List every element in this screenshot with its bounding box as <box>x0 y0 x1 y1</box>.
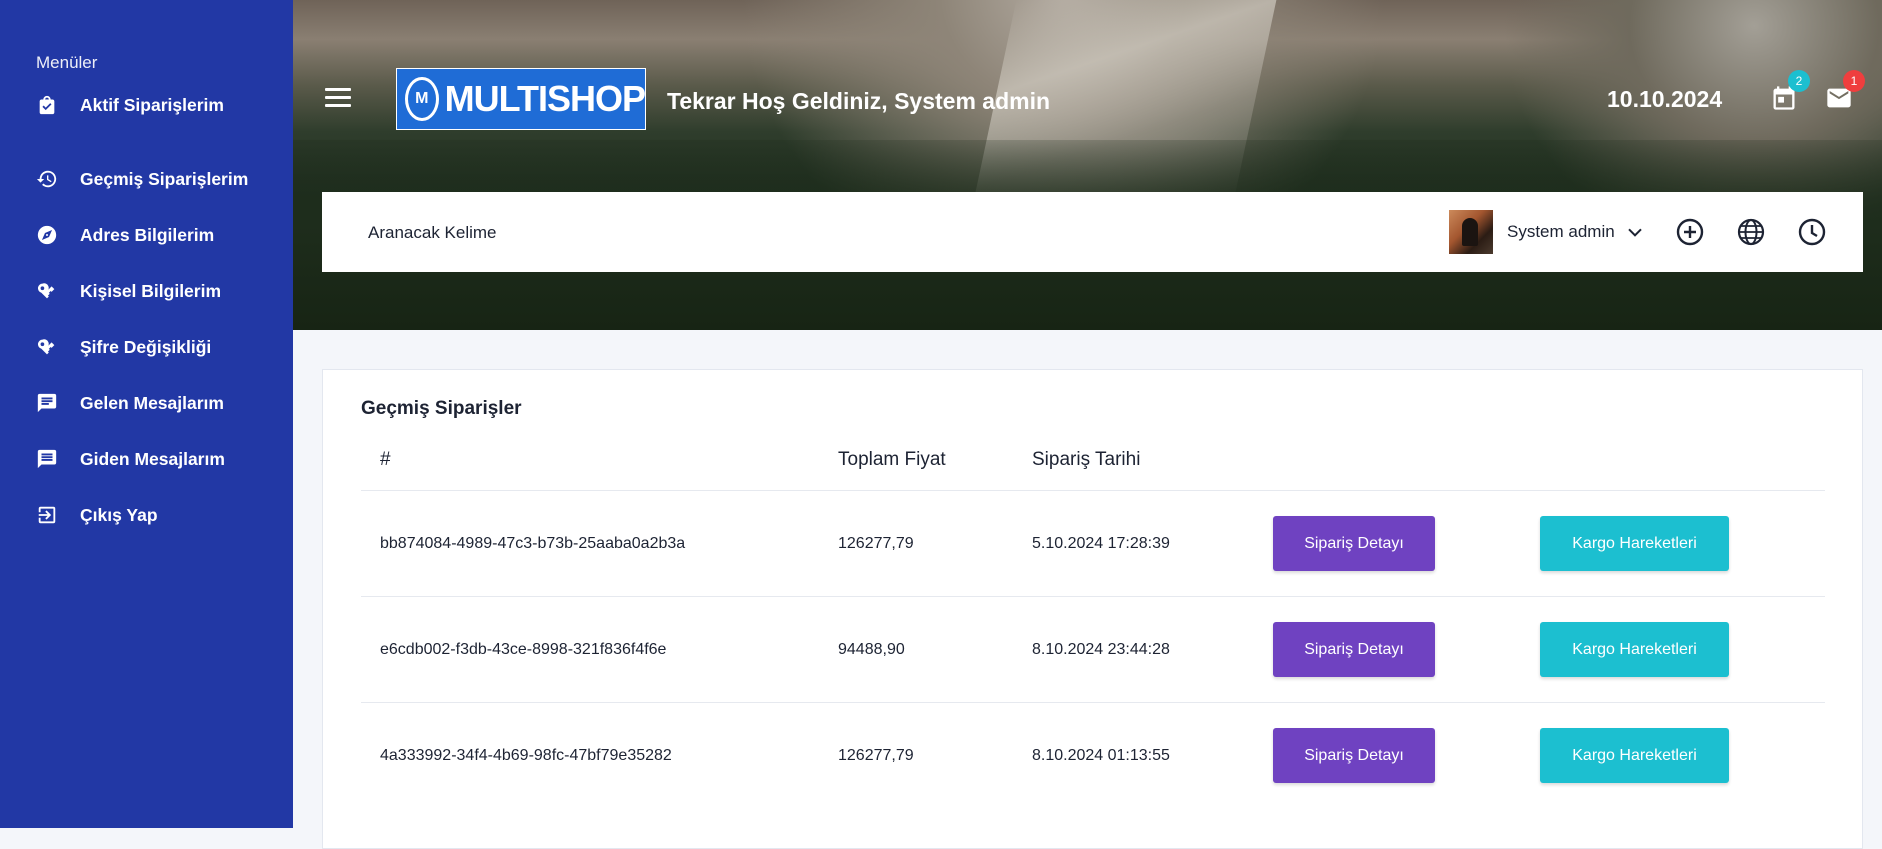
cargo-cell: Kargo Hareketleri <box>1540 702 1825 808</box>
order-total: 126277,79 <box>838 490 1032 597</box>
detail-cell: Sipariş Detayı <box>1273 702 1540 808</box>
order-detail-button[interactable]: Sipariş Detayı <box>1273 728 1435 783</box>
sidebar-item-personal-info[interactable]: Kişisel Bilgilerim <box>36 263 248 319</box>
chat-icon <box>36 392 58 414</box>
sidebar-item-outbox[interactable]: Giden Mesajlarım <box>36 431 248 487</box>
order-date: 5.10.2024 17:28:39 <box>1032 490 1273 597</box>
detail-cell: Sipariş Detayı <box>1273 490 1540 597</box>
logout-icon <box>36 504 58 526</box>
cargo-cell: Kargo Hareketleri <box>1540 596 1825 703</box>
shopping-bag-icon <box>36 94 58 116</box>
key-icon <box>36 280 58 302</box>
order-id: bb874084-4989-47c3-b73b-25aaba0a2b3a <box>361 490 838 597</box>
order-total: 94488,90 <box>838 596 1032 703</box>
sidebar-item-active-orders[interactable]: Aktif Siparişlerim <box>36 95 248 115</box>
sidebar-item-label: Adres Bilgilerim <box>80 224 215 245</box>
sidebar-item-past-orders[interactable]: Geçmiş Siparişlerim <box>36 151 248 207</box>
order-detail-button[interactable]: Sipariş Detayı <box>1273 516 1435 571</box>
compass-icon <box>36 224 58 246</box>
sidebar-item-addresses[interactable]: Adres Bilgilerim <box>36 207 248 263</box>
cargo-tracking-button[interactable]: Kargo Hareketleri <box>1540 728 1729 783</box>
search-bar: System admin <box>322 192 1863 272</box>
mail-badge: 1 <box>1843 70 1865 92</box>
logo-text: MULTISHOP <box>444 78 646 119</box>
order-date: 8.10.2024 23:44:28 <box>1032 596 1273 703</box>
orders-table: # Toplam Fiyat Sipariş Tarihi bb874084-4… <box>361 430 1825 808</box>
globe-icon[interactable] <box>1736 217 1766 247</box>
detail-cell: Sipariş Detayı <box>1273 596 1540 703</box>
menu-heading: Menüler <box>36 53 98 72</box>
message-icon <box>36 448 58 470</box>
cargo-tracking-button[interactable]: Kargo Hareketleri <box>1540 622 1729 677</box>
welcome-message: Tekrar Hoş Geldiniz, System admin <box>667 88 1051 114</box>
sidebar-item-label: Geçmiş Siparişlerim <box>80 168 249 189</box>
sidebar-item-label: Kişisel Bilgilerim <box>80 280 222 301</box>
calendar-icon[interactable]: 2 <box>1770 70 1810 112</box>
sidebar-item-label: Gelen Mesajlarım <box>80 392 224 413</box>
sidebar: Menüler Aktif Siparişlerim Geçmiş Sipari… <box>0 0 293 828</box>
order-total: 126277,79 <box>838 702 1032 808</box>
mail-icon[interactable]: 1 <box>1825 70 1865 112</box>
column-header-total: Toplam Fiyat <box>838 449 946 470</box>
menu-toggle-icon[interactable] <box>325 88 351 108</box>
history-icon <box>36 168 58 190</box>
table-row: bb874084-4989-47c3-b73b-25aaba0a2b3a 126… <box>361 490 1825 597</box>
user-menu[interactable]: System admin <box>1449 210 1643 254</box>
table-header-row: # Toplam Fiyat Sipariş Tarihi <box>361 430 1825 491</box>
current-date: 10.10.2024 <box>1607 86 1723 112</box>
avatar <box>1449 210 1493 254</box>
column-header-detail <box>1273 430 1540 491</box>
column-header-id: # <box>380 449 391 470</box>
column-header-cargo <box>1540 430 1825 491</box>
sidebar-item-logout[interactable]: Çıkış Yap <box>36 487 248 543</box>
order-date: 8.10.2024 01:13:55 <box>1032 702 1273 808</box>
table-row: 4a333992-34f4-4b69-98fc-47bf79e35282 126… <box>361 702 1825 808</box>
orders-card: Geçmiş Siparişler # Toplam Fiyat Sipariş… <box>322 369 1863 849</box>
sidebar-item-label: Giden Mesajlarım <box>80 448 225 469</box>
calendar-badge: 2 <box>1788 70 1810 92</box>
order-detail-button[interactable]: Sipariş Detayı <box>1273 622 1435 677</box>
cart-logo-icon: M <box>405 77 439 121</box>
column-header-date: Sipariş Tarihi <box>1032 449 1141 470</box>
menu-list: Aktif Siparişlerim Geçmiş Siparişlerim A… <box>36 95 248 543</box>
logo[interactable]: M MULTISHOP <box>396 68 646 130</box>
cargo-cell: Kargo Hareketleri <box>1540 490 1825 597</box>
sidebar-item-label: Aktif Siparişlerim <box>80 94 224 115</box>
sidebar-item-inbox[interactable]: Gelen Mesajlarım <box>36 375 248 431</box>
order-id: e6cdb002-f3db-43ce-8998-321f836f4f6e <box>361 596 838 703</box>
table-row: e6cdb002-f3db-43ce-8998-321f836f4f6e 944… <box>361 596 1825 703</box>
key-icon <box>36 336 58 358</box>
add-circle-icon[interactable] <box>1675 217 1705 247</box>
order-id: 4a333992-34f4-4b69-98fc-47bf79e35282 <box>361 702 838 808</box>
clock-icon[interactable] <box>1797 217 1827 247</box>
sidebar-item-label: Çıkış Yap <box>80 504 158 525</box>
user-name: System admin <box>1507 222 1615 241</box>
page-title: Geçmiş Siparişler <box>361 398 522 419</box>
search-input[interactable] <box>366 214 970 252</box>
cargo-tracking-button[interactable]: Kargo Hareketleri <box>1540 516 1729 571</box>
sidebar-item-label: Şifre Değişikliği <box>80 336 212 357</box>
header-banner <box>293 0 1882 330</box>
sidebar-item-password-change[interactable]: Şifre Değişikliği <box>36 319 248 375</box>
chevron-down-icon <box>1627 228 1642 237</box>
